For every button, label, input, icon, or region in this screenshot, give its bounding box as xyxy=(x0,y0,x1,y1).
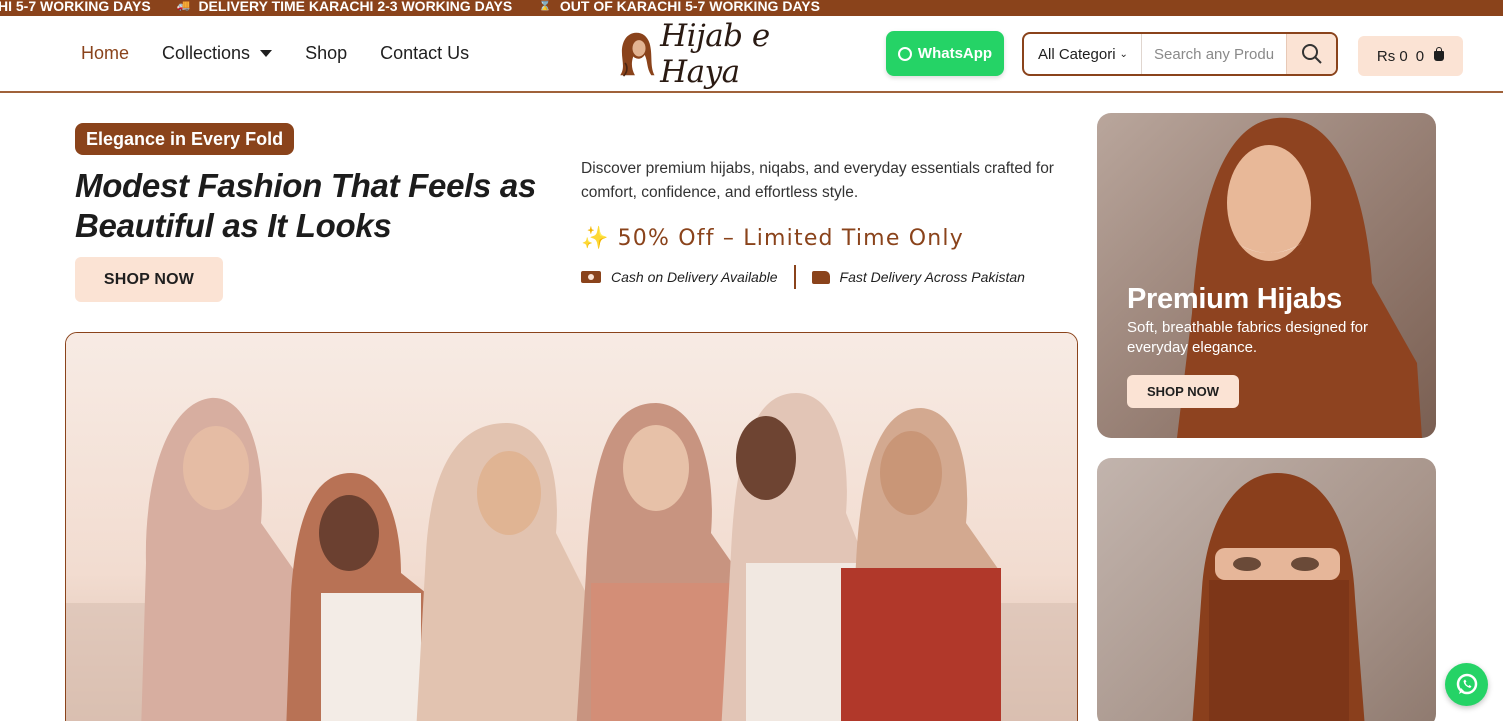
perk-divider xyxy=(793,265,796,289)
whatsapp-float-button[interactable] xyxy=(1445,663,1488,706)
promo-text: 50% Off – Limited Time Only xyxy=(617,226,964,251)
delivery-truck-icon: 🚚 xyxy=(176,0,191,12)
hero-banner-image[interactable] xyxy=(65,332,1078,721)
cart-count: 0 xyxy=(1415,47,1425,65)
category-select[interactable]: All Categori ⌄ xyxy=(1024,34,1142,74)
hero-description: Discover premium hijabs, niqabs, and eve… xyxy=(581,160,1054,201)
category-select-value: All Categori xyxy=(1038,45,1116,63)
site-header: Home Collections Shop Contact Us Hijab e… xyxy=(0,16,1503,93)
premium-hijabs-title: Premium Hijabs xyxy=(1127,283,1342,315)
chevron-down-icon: ⌄ xyxy=(1119,48,1128,60)
perk-delivery-label: Fast Delivery Across Pakistan xyxy=(839,269,1025,285)
announcement-message: HI 5-7 WORKING DAYS xyxy=(0,0,151,14)
perk-cod-label: Cash on Delivery Available xyxy=(611,269,778,285)
sparkle-icon: ✨ xyxy=(581,226,610,251)
niqab-photo xyxy=(1192,473,1365,721)
cart-button[interactable]: Rs 0 0 xyxy=(1358,36,1463,76)
whatsapp-icon xyxy=(897,46,912,61)
search-bar: All Categori ⌄ xyxy=(1022,32,1338,76)
nav-contact-link[interactable]: Contact Us xyxy=(380,43,469,64)
perk-cod: Cash on Delivery Available xyxy=(581,269,778,285)
niqab-card[interactable] xyxy=(1097,458,1436,721)
cash-icon xyxy=(581,271,601,283)
chevron-down-icon xyxy=(260,50,273,57)
hero-headline: Modest Fashion That Feels as Beautiful a… xyxy=(75,166,555,246)
hijab-woman-logo-icon xyxy=(620,32,655,77)
announcement-message: ⌛ OUT OF KARACHI 5-7 WORKING DAYS xyxy=(538,0,820,14)
hero-photo xyxy=(66,333,1077,721)
cart-amount: Rs 0 xyxy=(1376,47,1408,65)
site-logo[interactable]: Hijab e Haya xyxy=(617,18,822,90)
search-button[interactable] xyxy=(1286,34,1336,74)
search-icon xyxy=(1301,44,1322,64)
main-nav: Home Collections Shop Contact Us xyxy=(81,43,469,64)
nav-collections-dropdown[interactable]: Collections xyxy=(162,43,273,64)
hero-headline-line1: Modest Fashion That Feels as xyxy=(75,167,537,204)
whatsapp-icon xyxy=(1456,673,1477,694)
announcement-message: 🚚 DELIVERY TIME KARACHI 2-3 WORKING DAYS xyxy=(176,0,513,14)
premium-hijabs-shop-button[interactable]: SHOP NOW xyxy=(1127,375,1239,408)
hero-badge: Elegance in Every Fold xyxy=(75,123,295,155)
shopping-bag-icon xyxy=(1434,47,1445,61)
announcement-bar: HI 5-7 WORKING DAYS 🚚 DELIVERY TIME KARA… xyxy=(0,0,1503,16)
hourglass-icon: ⌛ xyxy=(538,0,552,12)
hero-shop-now-button[interactable]: SHOP NOW xyxy=(75,257,223,302)
premium-hijabs-subtitle: Soft, breathable fabrics designed for ev… xyxy=(1127,319,1368,356)
promo-line: ✨ 50% Off – Limited Time Only xyxy=(581,226,964,251)
perks-row: Cash on Delivery Available Fast Delivery… xyxy=(581,265,1025,289)
hero-headline-line2: Beautiful as It Looks xyxy=(75,207,392,244)
nav-shop-link[interactable]: Shop xyxy=(305,43,347,64)
premium-hijabs-card[interactable]: Premium Hijabs Soft, breathable fabrics … xyxy=(1097,113,1436,438)
logo-text: Hijab e Haya xyxy=(660,18,770,90)
search-input[interactable] xyxy=(1142,34,1287,74)
perk-delivery: Fast Delivery Across Pakistan xyxy=(811,269,1025,285)
nav-collections-label: Collections xyxy=(162,43,251,63)
whatsapp-button-label: WhatsApp xyxy=(917,45,993,62)
nav-home-link[interactable]: Home xyxy=(81,43,129,64)
delivery-truck-icon xyxy=(811,270,830,284)
whatsapp-button[interactable]: WhatsApp xyxy=(886,31,1004,76)
